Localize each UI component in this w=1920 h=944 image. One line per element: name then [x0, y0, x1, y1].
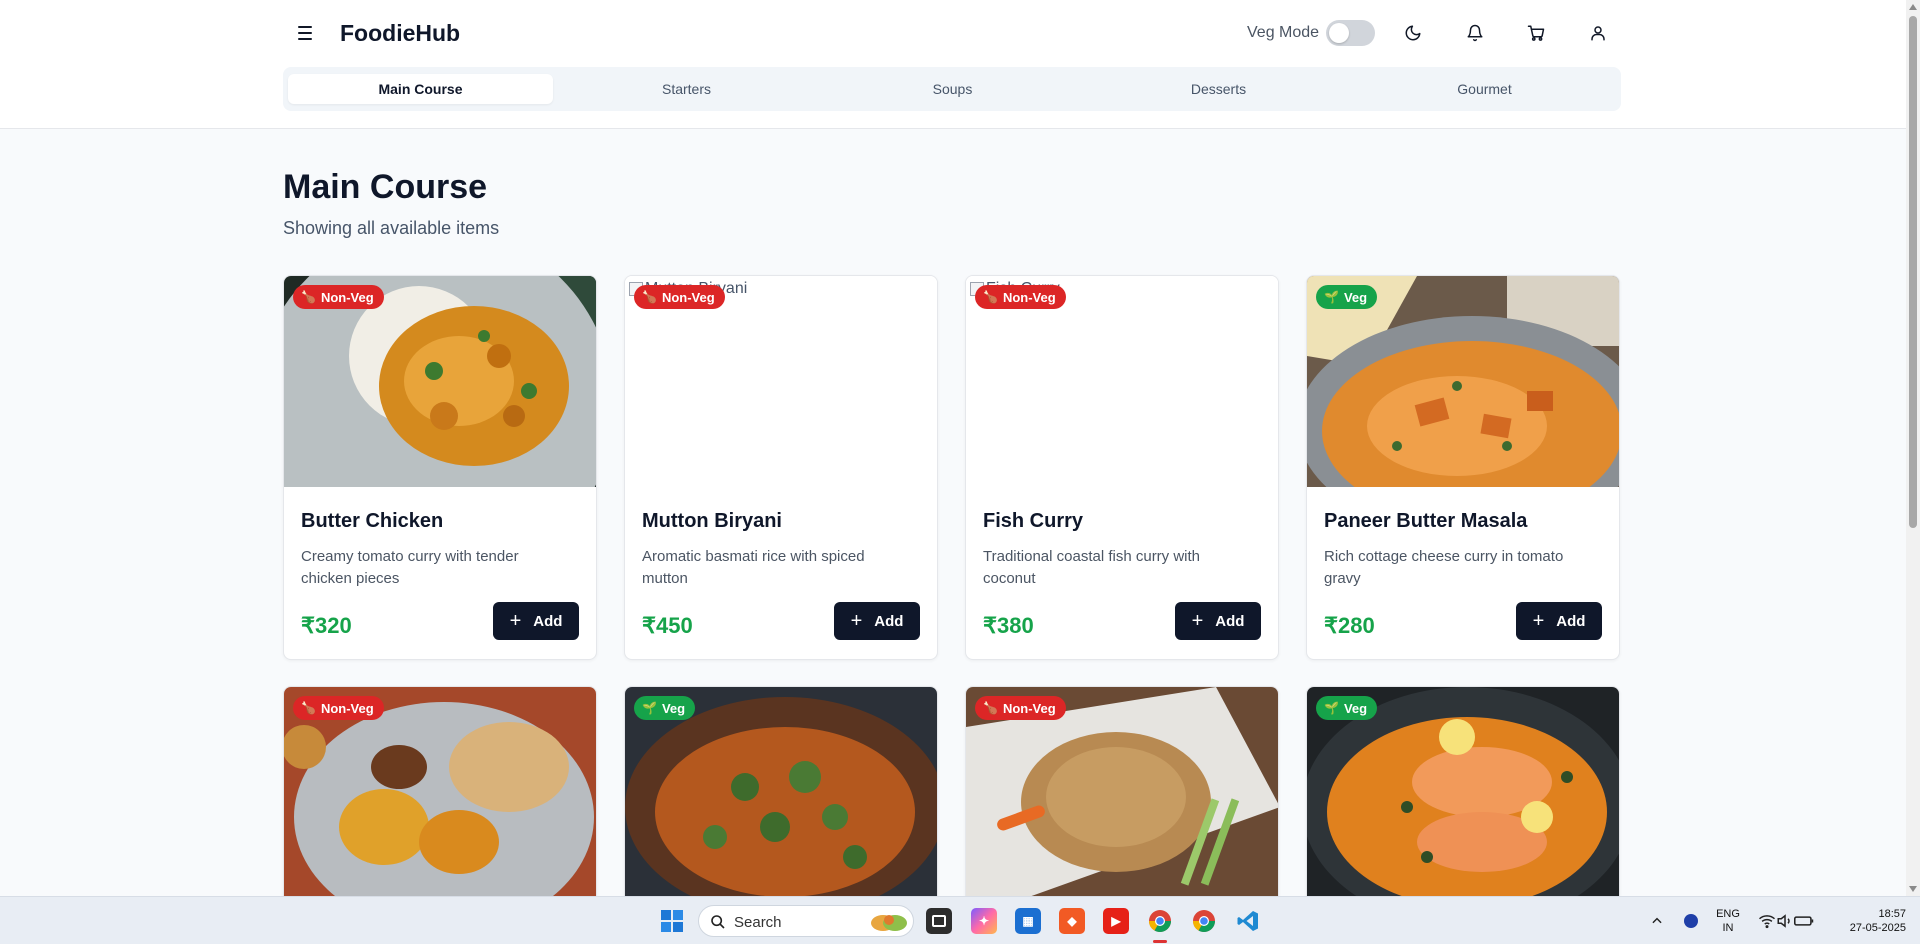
search-highlight-icon: [871, 915, 907, 931]
item-description: Rich cottage cheese curry in tomato grav…: [1324, 548, 1564, 587]
menu-icon[interactable]: [292, 20, 318, 46]
menu-item-card[interactable]: 🍗 Non-Veg: [965, 686, 1279, 896]
add-to-cart-button[interactable]: + Add: [1516, 602, 1602, 640]
tab-main-course[interactable]: Main Course: [288, 74, 553, 104]
bell-icon: [1467, 24, 1483, 42]
menu-item-card[interactable]: Mutton Biryani 🍗Non-Veg Mutton Biryani A…: [624, 275, 938, 660]
plus-icon: +: [1532, 610, 1545, 632]
drumstick-icon: 🍗: [983, 701, 998, 715]
non-veg-badge: 🍗 Non-Veg: [975, 696, 1066, 720]
drumstick-icon: 🍗: [301, 701, 316, 715]
show-hidden-icons-button[interactable]: [1644, 908, 1670, 934]
file-explorer-taskbar-icon[interactable]: [926, 908, 952, 934]
chrome-icon: [1193, 910, 1215, 932]
chrome-profile-taskbar-icon[interactable]: [1191, 908, 1217, 934]
vscode-icon: [1237, 911, 1258, 931]
item-name: Fish Curry: [983, 510, 1084, 532]
item-name: Butter Chicken: [301, 510, 444, 532]
tab-starters[interactable]: Starters: [554, 74, 819, 104]
non-veg-badge: 🍗 Non-Veg: [634, 285, 725, 309]
item-description: Traditional coastal fish curry with coco…: [983, 548, 1201, 587]
system-tray-status[interactable]: [1750, 908, 1822, 934]
youtube-taskbar-icon[interactable]: ▶: [1103, 908, 1129, 934]
add-to-cart-button[interactable]: + Add: [834, 602, 920, 640]
search-placeholder: Search: [734, 914, 782, 931]
veg-badge: 🌱 Veg: [1316, 285, 1378, 309]
taskbar-search[interactable]: Search: [698, 905, 914, 937]
windows-logo-icon: [661, 910, 683, 932]
battery-icon: [1794, 916, 1814, 926]
notifications-button[interactable]: [1462, 20, 1488, 46]
leaf-icon: 🌱: [1324, 701, 1339, 715]
cart-icon: [1527, 25, 1545, 41]
category-tabs: Main Course Starters Soups Desserts Gour…: [283, 67, 1621, 111]
cart-button[interactable]: [1523, 20, 1549, 46]
windows-start-button[interactable]: [659, 908, 685, 934]
page-title: Main Course: [283, 168, 488, 206]
non-veg-badge: 🍗 Non-Veg: [293, 696, 384, 720]
copilot-taskbar-icon[interactable]: ✦: [971, 908, 997, 934]
chrome-icon: [1149, 910, 1171, 932]
scrollbar-thumb[interactable]: [1909, 16, 1917, 528]
search-icon: [711, 915, 725, 929]
menu-item-card[interactable]: 🍗 Non-Veg Butter Chicken Creamy tomato cu…: [283, 275, 597, 660]
plus-icon: +: [1191, 610, 1204, 632]
language-indicator[interactable]: ENG IN: [1711, 907, 1745, 935]
drumstick-icon: 🍗: [983, 290, 998, 304]
menu-item-card[interactable]: 🍗 Non-Veg: [283, 686, 597, 896]
chrome-taskbar-icon[interactable]: [1147, 908, 1173, 934]
menu-item-card[interactable]: 🌱 Veg Paneer Butter Masala Rich cottage c…: [1306, 275, 1620, 660]
veg-mode-toggle[interactable]: [1326, 20, 1375, 46]
menu-item-card[interactable]: 🌱 Veg: [624, 686, 938, 896]
item-description: Aromatic basmati rice with spiced mutton: [642, 548, 865, 587]
scroll-down-arrow-icon[interactable]: [1909, 886, 1917, 892]
leaf-icon: 🌱: [642, 701, 657, 715]
add-to-cart-button[interactable]: + Add: [1175, 602, 1261, 640]
add-to-cart-button[interactable]: + Add: [493, 602, 579, 640]
tray-app-icon[interactable]: [1678, 908, 1704, 934]
brave-taskbar-icon[interactable]: ◆: [1059, 908, 1085, 934]
page-subtitle: Showing all available items: [283, 218, 500, 238]
clock[interactable]: 18:57 27-05-2025: [1826, 907, 1906, 935]
plus-icon: +: [850, 610, 863, 632]
menu-item-card[interactable]: Fish Curry 🍗Non-Veg Fish Curry Tradition…: [965, 275, 1279, 660]
volume-icon: [1777, 914, 1790, 928]
item-price: ₹280: [1324, 613, 1375, 638]
brand-logo[interactable]: FoodieHub: [340, 20, 460, 46]
menu-item-card[interactable]: 🌱 Veg: [1306, 686, 1620, 896]
scroll-up-arrow-icon[interactable]: [1909, 4, 1917, 10]
item-name: Mutton Biryani: [642, 510, 782, 532]
moon-icon: [1405, 25, 1421, 41]
plus-icon: +: [509, 610, 522, 632]
toggle-knob: [1329, 23, 1349, 43]
leaf-icon: 🌱: [1324, 290, 1339, 304]
item-price: ₹450: [642, 613, 693, 638]
top-navbar: FoodieHub Veg Mode Main Course Starters …: [0, 0, 1906, 129]
store-taskbar-icon[interactable]: ▦: [1015, 908, 1041, 934]
non-veg-badge: 🍗 Non-Veg: [293, 285, 384, 309]
active-app-indicator: [1153, 940, 1167, 943]
wifi-icon: [1759, 915, 1775, 929]
veg-badge: 🌱 Veg: [1316, 696, 1378, 720]
drumstick-icon: 🍗: [301, 290, 316, 304]
page-scrollbar[interactable]: [1906, 0, 1920, 896]
drumstick-icon: 🍗: [642, 290, 657, 304]
item-price: ₹380: [983, 613, 1034, 638]
windows-taskbar: Search ✦ ▦ ◆ ▶ ENG IN 18:57 27-05-2025: [0, 896, 1920, 944]
item-name: Paneer Butter Masala: [1324, 510, 1528, 532]
veg-badge: 🌱 Veg: [634, 696, 696, 720]
profile-button[interactable]: [1585, 20, 1611, 46]
tab-gourmet[interactable]: Gourmet: [1352, 74, 1617, 104]
vscode-taskbar-icon[interactable]: [1235, 908, 1261, 934]
item-price: ₹320: [301, 613, 352, 638]
tab-soups[interactable]: Soups: [820, 74, 1085, 104]
chevron-up-icon: [1652, 917, 1662, 924]
user-icon: [1591, 26, 1605, 41]
non-veg-badge: 🍗 Non-Veg: [975, 285, 1066, 309]
dark-mode-button[interactable]: [1400, 20, 1426, 46]
item-description: Creamy tomato curry with tender chicken …: [301, 548, 519, 587]
tab-desserts[interactable]: Desserts: [1086, 74, 1351, 104]
veg-mode-label: Veg Mode: [1247, 24, 1320, 41]
